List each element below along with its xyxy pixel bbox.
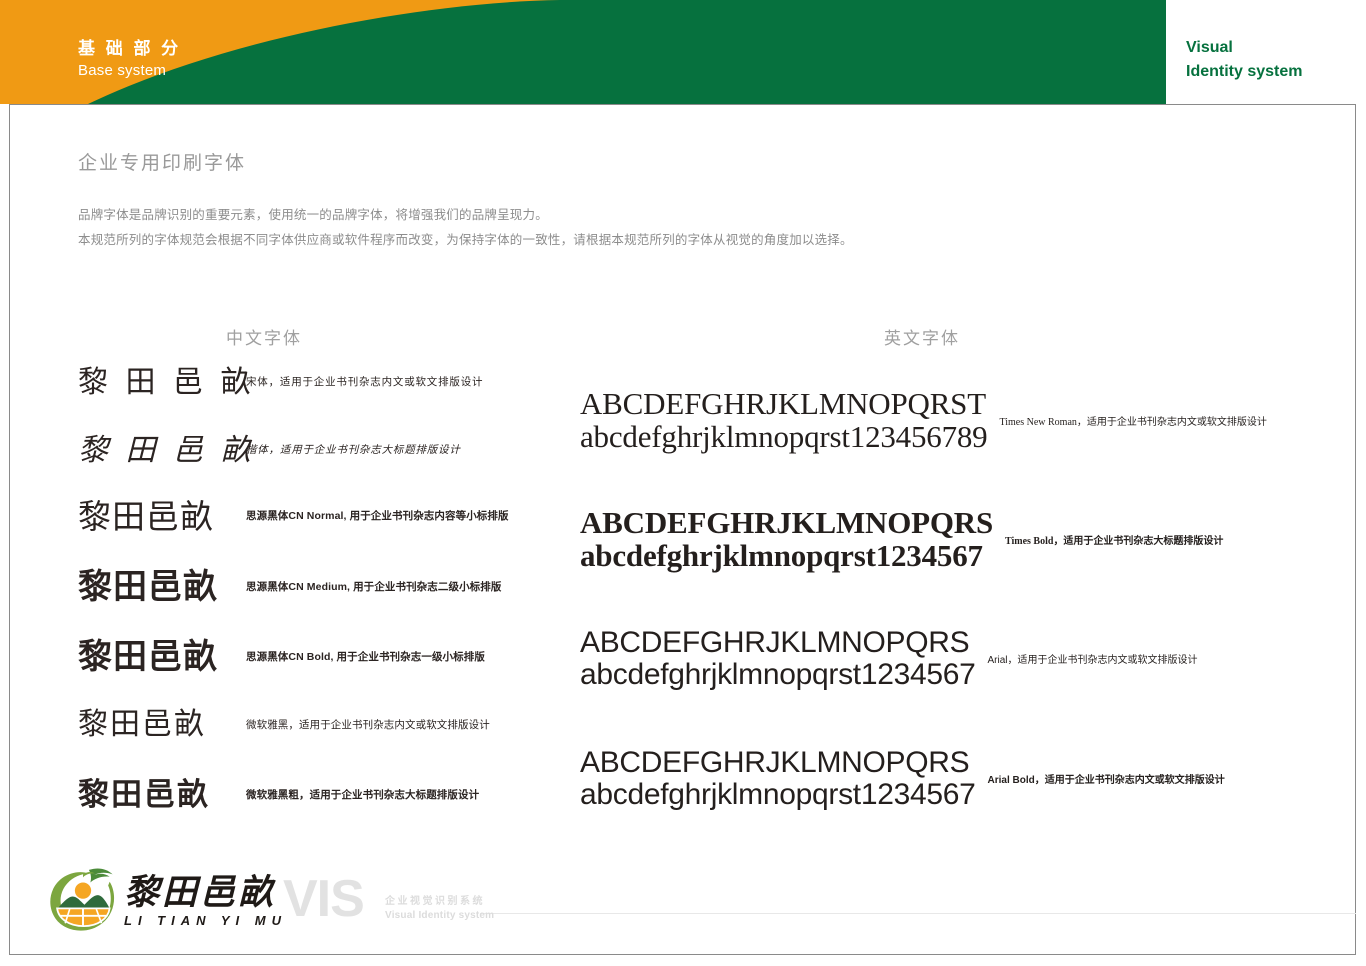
logo-wordmark: 黎田邑畝 LI TIAN YI MU xyxy=(124,873,287,929)
intro-line-1: 品牌字体是品牌识别的重要元素，使用统一的品牌字体，将增强我们的品牌呈现力。 xyxy=(78,208,548,222)
chinese-font-description: 思源黑体CN Medium, 用于企业书刊杂志二级小标排版 xyxy=(246,580,502,593)
chinese-font-description: 微软雅黑，适用于企业书刊杂志内文或软文排版设计 xyxy=(246,718,490,731)
chinese-column-heading: 中文字体 xyxy=(226,329,302,348)
footer-divider xyxy=(480,913,1356,914)
chinese-font-sample: 黎 田 邑 畝 xyxy=(78,366,256,399)
vis-guideline-page: 基 础 部 分 Base system Visual Identity syst… xyxy=(0,0,1366,966)
chinese-font-sample: 黎田邑畝 xyxy=(78,498,214,535)
english-font-lowercase: abcdefghrjklmnopqrst123456789 xyxy=(580,418,988,454)
header-title-zh: 基 础 部 分 xyxy=(78,39,182,58)
intro-paragraph: 品牌字体是品牌识别的重要元素，使用统一的品牌字体，将增强我们的品牌呈现力。 本规… xyxy=(78,203,1078,253)
english-font-sample: ABCDEFGHRJKLMNOPQRS abcdefghrjklmnopqrst… xyxy=(580,627,976,691)
english-font-sample: ABCDEFGHRJKLMNOPQRS abcdefghrjklmnopqrst… xyxy=(580,747,976,811)
english-font-row: ABCDEFGHRJKLMNOPQRS abcdefghrjklmnopqrst… xyxy=(580,505,1224,573)
english-font-sample: ABCDEFGHRJKLMNOPQRS abcdefghrjklmnopqrst… xyxy=(580,505,993,573)
logo-wordmark-en: LI TIAN YI MU xyxy=(124,913,287,928)
page-title: 企业专用印刷字体 xyxy=(78,153,247,174)
vis-watermark-subtitle-en: Visual Identity system xyxy=(385,910,495,921)
chinese-font-row: 黎田邑畝 微软雅黑，适用于企业书刊杂志内文或软文排版设计 xyxy=(78,710,490,740)
vis-watermark-subtitle-zh: 企业视觉识别系统 xyxy=(385,896,485,907)
english-font-description: Times New Roman，适用于企业书刊杂志内文或软文排版设计 xyxy=(999,417,1267,429)
logo-emblem-icon xyxy=(50,868,115,931)
english-font-uppercase: ABCDEFGHRJKLMNOPQRS xyxy=(580,746,970,779)
chinese-font-row: 黎田邑畝 思源黑体CN Medium, 用于企业书刊杂志二级小标排版 xyxy=(78,570,501,604)
english-font-lowercase: abcdefghrjklmnopqrst1234567 xyxy=(580,777,976,811)
intro-line-2: 本规范所列的字体规范会根据不同字体供应商或软件程序而改变，为保持字体的一致性，请… xyxy=(78,233,853,247)
chinese-font-sample: 黎 田 邑 畝 xyxy=(78,434,256,467)
english-font-sample: ABCDEFGHRJKLMNOPQRST abcdefghrjklmnopqrs… xyxy=(580,386,988,454)
page-header: 基 础 部 分 Base system Visual Identity syst… xyxy=(0,0,1366,104)
chinese-font-row: 黎田邑畝 微软雅黑粗，适用于企业书刊杂志大标题排版设计 xyxy=(78,780,479,811)
chinese-font-row: 黎 田 邑 畝 宋体，适用于企业书刊杂志内文或软文排版设计 xyxy=(78,368,483,398)
chinese-font-sample: 黎田邑畝 xyxy=(78,777,210,813)
english-font-description: Arial Bold，适用于企业书刊杂志内文或软文排版设计 xyxy=(987,775,1225,787)
logo-sun-icon xyxy=(74,882,92,899)
english-font-uppercase: ABCDEFGHRJKLMNOPQRST xyxy=(580,386,986,421)
english-font-row: ABCDEFGHRJKLMNOPQRS abcdefghrjklmnopqrst… xyxy=(580,747,1225,811)
english-font-description: Times Bold，适用于企业书刊杂志大标题排版设计 xyxy=(1005,536,1224,548)
chinese-font-sample: 黎田邑畝 xyxy=(78,568,218,606)
brand-logo: 黎田邑畝 LI TIAN YI MU xyxy=(46,864,287,938)
chinese-font-description: 微软雅黑粗，适用于企业书刊杂志大标题排版设计 xyxy=(246,789,480,802)
chinese-font-description: 思源黑体CN Bold, 用于企业书刊杂志一级小标排版 xyxy=(246,650,485,663)
english-font-row: ABCDEFGHRJKLMNOPQRST abcdefghrjklmnopqrs… xyxy=(580,386,1267,454)
chinese-font-row: 黎 田 邑 畝 楷体，适用于企业书刊杂志大标题排版设计 xyxy=(78,436,461,466)
chinese-font-sample: 黎田邑畝 xyxy=(78,638,218,676)
vis-watermark: VIS xyxy=(283,870,365,928)
chinese-font-row: 黎田邑畝 思源黑体CN Bold, 用于企业书刊杂志一级小标排版 xyxy=(78,640,485,674)
vis-watermark-subtitle: 企业视觉识别系统 Visual Identity system xyxy=(385,895,494,923)
english-column-heading: 英文字体 xyxy=(884,329,960,348)
english-font-uppercase: ABCDEFGHRJKLMNOPQRS xyxy=(580,505,993,540)
chinese-font-description: 思源黑体CN Normal, 用于企业书刊杂志内容等小标排版 xyxy=(246,510,509,523)
chinese-font-row: 黎田邑畝 思源黑体CN Normal, 用于企业书刊杂志内容等小标排版 xyxy=(78,500,509,533)
header-right-line2: Identity system xyxy=(1186,63,1303,80)
english-font-row: ABCDEFGHRJKLMNOPQRS abcdefghrjklmnopqrst… xyxy=(580,627,1198,691)
header-right-title: Visual Identity system xyxy=(1186,36,1302,84)
english-font-lowercase: abcdefghrjklmnopqrst1234567 xyxy=(580,657,976,691)
english-font-uppercase: ABCDEFGHRJKLMNOPQRS xyxy=(580,626,970,659)
chinese-font-description: 楷体，适用于企业书刊杂志大标题排版设计 xyxy=(246,444,461,456)
logo-wordmark-zh: 黎田邑畝 xyxy=(124,873,277,912)
english-font-description: Arial，适用于企业书刊杂志内文或软文排版设计 xyxy=(987,655,1198,667)
header-right-line1: Visual xyxy=(1186,39,1233,56)
chinese-font-sample: 黎田邑畝 xyxy=(78,707,206,742)
chinese-font-description: 宋体，适用于企业书刊杂志内文或软文排版设计 xyxy=(246,376,484,388)
header-title-en: Base system xyxy=(78,62,167,79)
english-font-lowercase: abcdefghrjklmnopqrst1234567 xyxy=(580,537,983,573)
